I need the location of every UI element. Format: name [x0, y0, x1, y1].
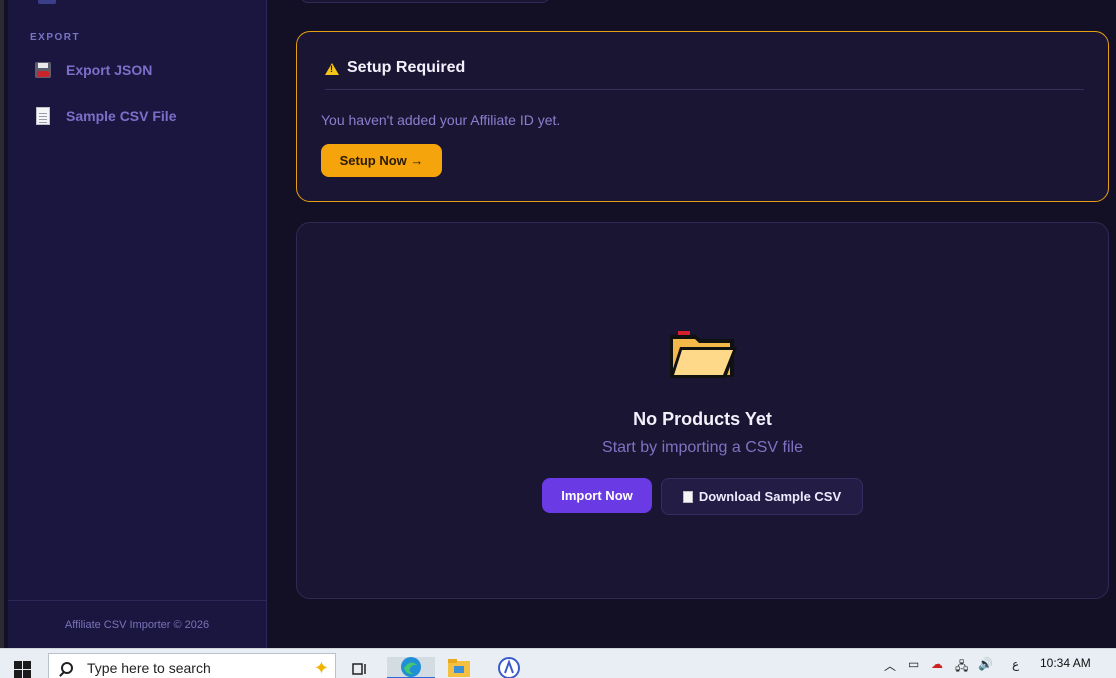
warning-icon [325, 63, 339, 75]
empty-state-title: No Products Yet [633, 409, 772, 429]
setup-title: Setup Required [347, 59, 466, 76]
edge-browser-icon[interactable] [387, 657, 435, 678]
taskbar-clock[interactable]: 10:34 AM [1040, 656, 1091, 670]
sidebar: EXPORT Export JSON Sample CSV File Affil… [8, 0, 267, 648]
document-icon [682, 490, 693, 503]
partial-top-element [300, 0, 550, 3]
download-sample-csv-button[interactable]: Download Sample CSV [661, 478, 863, 515]
file-explorer-icon[interactable] [448, 657, 470, 678]
sidebar-footer: Affiliate CSV Importer © 2026 [8, 600, 266, 648]
document-icon [34, 106, 52, 126]
windows-start-icon[interactable] [14, 661, 32, 678]
open-folder-icon [670, 331, 737, 378]
floppy-disk-icon [34, 60, 52, 80]
search-placeholder: Type here to search [87, 660, 211, 676]
setup-now-button[interactable]: Setup Now → [321, 144, 442, 177]
sidebar-partial-icon [38, 0, 56, 4]
setup-required-card: Setup Required You haven't added your Af… [296, 31, 1109, 202]
app-window: EXPORT Export JSON Sample CSV File Affil… [0, 0, 1116, 648]
empty-products-card: No Products Yet Start by importing a CSV… [296, 222, 1109, 599]
app-store-icon[interactable] [497, 657, 521, 678]
windows-taskbar: Type here to search ✦ ︿ ▭ ☁ 🖧 🔊 ع 10:34 … [0, 648, 1116, 678]
tray-meet-icon[interactable]: ▭ [908, 657, 919, 671]
search-highlight-icon: ✦ [313, 658, 329, 678]
tray-chevron-up-icon[interactable]: ︿ [884, 657, 896, 674]
tray-onedrive-icon[interactable]: ☁ [931, 657, 943, 671]
empty-state-subtitle: Start by importing a CSV file [602, 439, 803, 456]
sidebar-item-sample-csv[interactable]: Sample CSV File [34, 103, 176, 129]
section-label-export: EXPORT [30, 32, 81, 43]
tray-volume-icon[interactable]: 🔊 [978, 657, 993, 671]
tray-language[interactable]: ع [1012, 657, 1019, 671]
setup-header: Setup Required [325, 59, 1084, 90]
sidebar-item-label: Export JSON [66, 62, 153, 78]
empty-state-actions: Import Now Download Sample CSV [542, 478, 863, 515]
taskbar-search-input[interactable]: Type here to search ✦ [48, 653, 336, 678]
sidebar-item-export-json[interactable]: Export JSON [34, 57, 152, 83]
task-view-icon[interactable] [350, 657, 370, 678]
download-sample-csv-label: Download Sample CSV [698, 489, 842, 504]
import-now-button[interactable]: Import Now [542, 478, 652, 513]
search-icon [61, 662, 73, 674]
sidebar-item-label: Sample CSV File [66, 108, 177, 124]
tray-network-icon[interactable]: 🖧 [955, 657, 968, 678]
setup-message: You haven't added your Affiliate ID yet. [321, 112, 561, 128]
